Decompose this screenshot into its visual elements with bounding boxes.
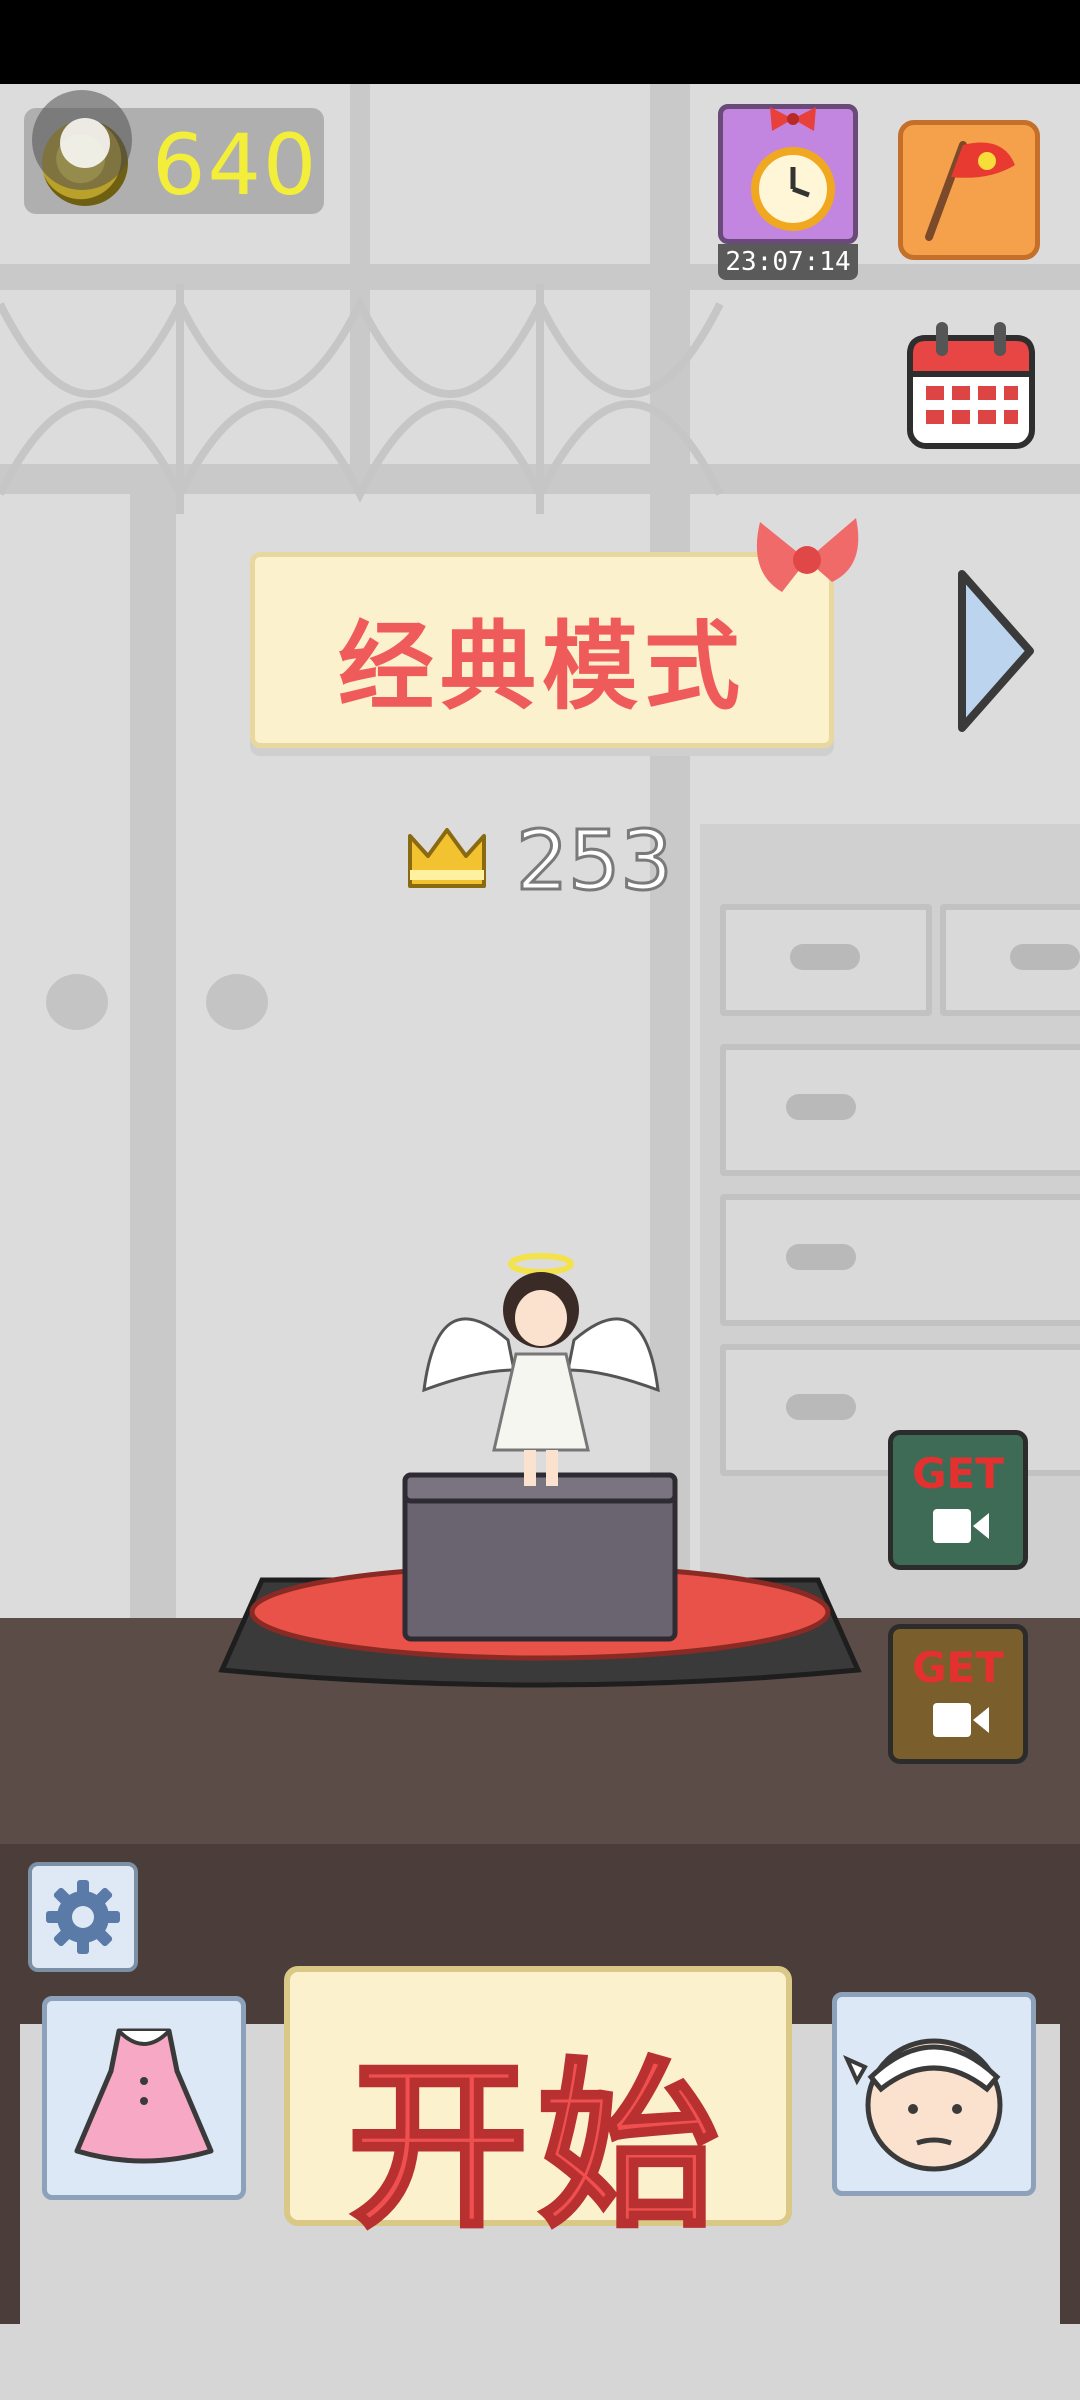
table-leg <box>1060 2024 1080 2324</box>
mode-banner[interactable]: 经典模式 <box>250 552 834 748</box>
drawer <box>720 1044 1080 1176</box>
status-bar <box>0 0 1080 84</box>
flag-icon <box>925 141 1015 241</box>
start-button[interactable]: 开始 <box>284 1966 792 2254</box>
table-leg <box>0 2024 20 2324</box>
bow-icon <box>770 107 816 131</box>
get-label: GET <box>912 1643 1004 1692</box>
next-arrow-icon[interactable] <box>952 566 1038 736</box>
alarm-clock-icon <box>751 147 835 231</box>
character-button[interactable] <box>832 1992 1036 2196</box>
dress-icon <box>74 2028 214 2164</box>
get-reward-video-button[interactable]: GET <box>888 1430 1028 1570</box>
get-label: GET <box>912 1449 1004 1498</box>
door-knob <box>46 974 108 1030</box>
wardrobe-button[interactable] <box>42 1996 246 2200</box>
angel-character <box>422 1253 660 1486</box>
drawer <box>940 904 1080 1016</box>
mode-title: 经典模式 <box>338 611 746 723</box>
get-reward-video-button[interactable]: GET <box>888 1624 1028 1764</box>
video-icon <box>933 1703 989 1737</box>
coin-value: 640 <box>152 116 319 214</box>
old-man-face-icon <box>843 2038 1003 2172</box>
language-flag-button[interactable] <box>898 120 1040 260</box>
calendar-icon[interactable] <box>904 316 1038 452</box>
video-icon <box>933 1509 989 1543</box>
cake-block <box>402 1472 678 1642</box>
coin-counter: 640 <box>24 90 324 214</box>
start-label: 开始 <box>346 2041 728 2254</box>
best-score: 253 <box>515 813 675 911</box>
gift-card <box>718 104 858 244</box>
crown-icon <box>408 828 486 888</box>
timed-gift-button[interactable]: 23:07:14 <box>718 104 858 280</box>
settings-button[interactable] <box>28 1862 138 1972</box>
drawer <box>720 1194 1080 1326</box>
gift-timer: 23:07:14 <box>718 244 858 280</box>
drawer <box>720 904 932 1016</box>
bow-icon <box>756 518 859 592</box>
gear-icon <box>46 1880 120 1954</box>
door-knob <box>206 974 268 1030</box>
wall-pillar <box>130 494 176 1694</box>
touch-indicator <box>32 90 132 190</box>
